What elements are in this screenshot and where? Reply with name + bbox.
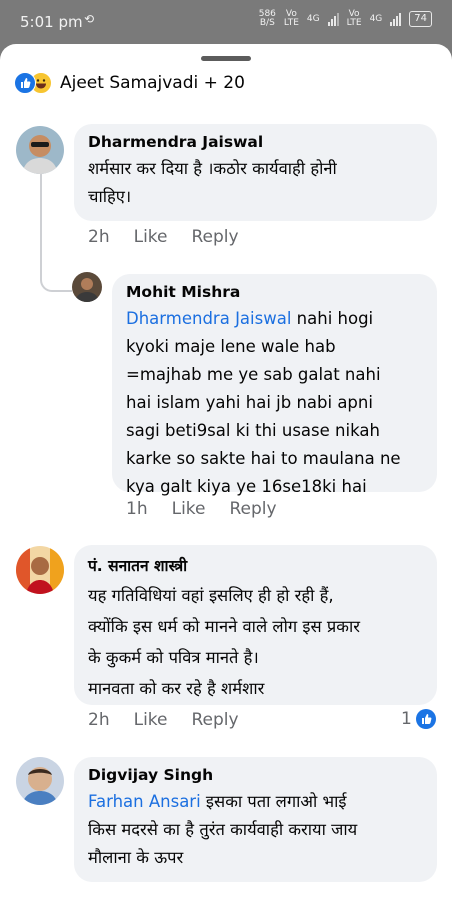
- comment-text-line: Dharmendra Jaiswal nahi hogi: [126, 305, 423, 333]
- avatar-dharmendra[interactable]: [16, 126, 64, 174]
- comment-like-count[interactable]: 1: [401, 709, 436, 729]
- reply-button[interactable]: Reply: [192, 227, 239, 247]
- reactions-summary[interactable]: Ajeet Samajvadi + 20: [14, 72, 245, 94]
- lte-label-2: LTE: [346, 18, 362, 28]
- like-icon: [14, 72, 36, 94]
- reply-button[interactable]: Reply: [230, 499, 277, 519]
- comment-time: 1h: [126, 499, 148, 519]
- reactions-label: Ajeet Samajvadi + 20: [60, 73, 245, 93]
- avatar-sanatan[interactable]: [16, 546, 64, 594]
- comment-text-line: मानवता को कर रहे है शर्मशार: [88, 679, 265, 698]
- volte-indicator-1: Vo LTE: [284, 10, 299, 28]
- comment-text-line: kya galt kiya ye 16se18ki hai: [126, 477, 367, 496]
- network-type-1: 4G: [306, 14, 320, 24]
- mention-link[interactable]: Farhan Ansari: [88, 792, 201, 811]
- comment-author[interactable]: Digvijay Singh: [88, 766, 423, 784]
- thread-line: [40, 174, 42, 274]
- comment-author[interactable]: पं. सनातन शास्त्री: [88, 554, 423, 576]
- comment-time: 2h: [88, 227, 110, 247]
- sync-icon: ⟲: [84, 12, 95, 26]
- drag-handle[interactable]: [201, 56, 251, 61]
- comment-text-line: sagi beti9sal ki thi usase nikah: [126, 421, 380, 440]
- comment-text-line: यह गतिविधियां वहां इसलिए ही हो रही हैं,: [88, 586, 334, 605]
- comment-text-part: इसका पता लगाओ भाई: [200, 792, 347, 811]
- status-time: 5:01 pm: [20, 13, 83, 31]
- comment-actions: 1h Like Reply: [126, 499, 277, 519]
- comment-author[interactable]: Mohit Mishra: [126, 283, 423, 301]
- comment-text-line: के कुकर्म को पवित्र मानते है।: [88, 648, 259, 667]
- network-speed: 586 B/S: [259, 10, 276, 28]
- comment-bubble[interactable]: पं. सनातन शास्त्री यह गतिविधियां वहां इस…: [74, 545, 437, 705]
- battery-icon: 74: [409, 11, 432, 27]
- comment-text-line: karke so sakte hai to maulana ne: [126, 449, 401, 468]
- comment-bubble[interactable]: Mohit Mishra Dharmendra Jaiswal nahi hog…: [112, 274, 437, 496]
- comment-text-line: kyoki maje lene wale hab: [126, 337, 336, 356]
- like-button[interactable]: Like: [134, 710, 168, 730]
- battery-level: 74: [414, 13, 427, 24]
- comment-bubble[interactable]: Digvijay Singh Farhan Ansari इसका पता लग…: [74, 757, 437, 882]
- comment-text: शर्मसार कर दिया है ।कठोर कार्यवाही होनी …: [88, 155, 423, 211]
- comments-sheet: Ajeet Samajvadi + 20 Dharmendra Jaiswal …: [0, 44, 452, 900]
- status-bar: 5:01 pm ⟲ 586 B/S Vo LTE 4G Vo LTE 4G 74: [0, 0, 452, 44]
- like-button[interactable]: Like: [134, 227, 168, 247]
- lte-label-1: LTE: [283, 18, 299, 28]
- comment-time: 2h: [88, 710, 110, 730]
- like-count: 1: [401, 709, 412, 729]
- comment-text-line: चाहिए।: [88, 187, 132, 206]
- reply-button[interactable]: Reply: [192, 710, 239, 730]
- like-button[interactable]: Like: [172, 499, 206, 519]
- comment-text-line: क्योंकि इस धर्म को मानने वाले लोग इस प्र…: [88, 617, 360, 636]
- comment-text-line: hai islam yahi hai jb nabi apni: [126, 393, 373, 412]
- network-speed-unit: B/S: [259, 18, 275, 28]
- comment-text-line: शर्मसार कर दिया है ।कठोर कार्यवाही होनी: [88, 159, 337, 178]
- comment-actions: 2h Like Reply: [88, 227, 239, 247]
- signal-icon-2: [390, 12, 402, 26]
- comment-text: Dharmendra Jaiswal nahi hogi kyoki maje …: [126, 305, 423, 501]
- comment-text-line: Farhan Ansari इसका पता लगाओ भाई: [88, 788, 423, 816]
- mention-link[interactable]: Dharmendra Jaiswal: [126, 309, 291, 328]
- comment-text: Farhan Ansari इसका पता लगाओ भाई किस मदरस…: [88, 788, 423, 872]
- comment-text-line: मौलाना के ऊपर: [88, 848, 184, 867]
- thread-connector: [40, 272, 72, 292]
- network-type-2: 4G: [369, 14, 383, 24]
- volte-indicator-2: Vo LTE: [347, 10, 362, 28]
- status-indicators: 586 B/S Vo LTE 4G Vo LTE 4G 74: [259, 10, 432, 28]
- comment-author[interactable]: Dharmendra Jaiswal: [88, 133, 423, 151]
- comment-text-part: nahi hogi: [291, 309, 374, 328]
- comment-text-line: =majhab me ye sab galat nahi: [126, 365, 381, 384]
- comment-bubble[interactable]: Dharmendra Jaiswal शर्मसार कर दिया है ।क…: [74, 124, 437, 221]
- comment-actions: 2h Like Reply: [88, 710, 239, 730]
- avatar-mohit[interactable]: [72, 272, 102, 302]
- comment-text: यह गतिविधियां वहां इसलिए ही हो रही हैं, …: [88, 580, 423, 704]
- comment-text-line: किस मदरसे का है तुरंत कार्यवाही कराया जा…: [88, 820, 358, 839]
- signal-icon-1: [327, 12, 339, 26]
- avatar-digvijay[interactable]: [16, 757, 64, 805]
- like-icon: [415, 709, 436, 729]
